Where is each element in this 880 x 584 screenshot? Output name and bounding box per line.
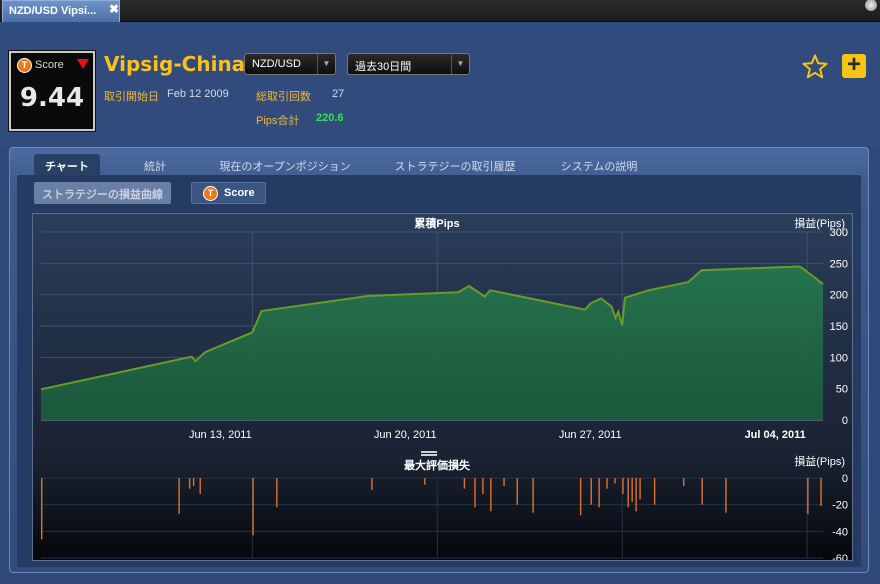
drawdown-bar [590,478,592,505]
trade-count-label: 総取引回数 [256,91,311,103]
y-tick-label: 50 [836,384,848,396]
period-select[interactable]: 過去30日間 ▼ [347,53,470,75]
x-tick-label: Jun 27, 2011 [559,429,622,441]
chevron-down-icon: ▼ [451,54,469,74]
area-chart-y-label: 損益(Pips) [794,216,845,230]
score-label: Score [35,59,64,71]
drawdown-bar [820,478,822,506]
window-tab-title: NZD/USD Vipsi... [9,5,97,17]
drawdown-bar [424,478,426,485]
chart-container: 0 50 100 150 200 250 300 Jun 13, 2011 Jun 20, 20… [32,213,853,565]
score-badge-icon: T [203,186,218,201]
pips-total-label: Pips合計 [256,115,300,127]
equity-curve-button[interactable]: ストラテジーの損益曲線 [34,182,171,204]
tab-trade-history[interactable]: ストラテジーの取引履歴 [391,154,519,175]
x-tick-label: Jun 20, 2011 [374,429,437,441]
drawdown-bar [807,478,809,514]
window-control-icon[interactable] [864,0,878,12]
period-value: 過去30日間 [355,61,412,73]
top-strip [0,22,880,44]
close-icon[interactable]: ✖ [109,2,119,16]
drawdown-bar [482,478,484,494]
drawdown-bar [188,478,191,489]
window-tab[interactable]: NZD/USD Vipsi... ✖ [2,0,120,22]
drawdown-chart-y-label: 損益(Pips) [794,454,845,468]
strategy-header: T Score 9.44 Vipsig-China NZD/USD ▼ 過去30… [0,44,880,148]
currency-pair-select[interactable]: NZD/USD ▼ [244,53,336,75]
y-tick-label: -60 [832,553,848,560]
drawdown-bar [606,478,608,489]
drawdown-bar [653,478,656,505]
tab-stats[interactable]: 統計 [130,154,180,175]
score-card: T Score 9.44 [9,51,95,131]
app-window: NZD/USD Vipsi... ✖ T Score 9.44 Vipsig-C… [0,0,880,584]
drawdown-bar [199,478,201,494]
y-tick-label: -40 [832,526,848,538]
chart-content: ストラテジーの損益曲線 T Score 0 50 100 150 200 250… [17,175,861,567]
y-tick-label: 0 [842,415,848,427]
trade-count-value: 27 [332,88,345,100]
score-button-label: Score [224,187,255,199]
x-tick-label: Jun 13, 2011 [189,429,252,441]
y-tick-label: 250 [830,258,848,270]
splitter-handle-icon[interactable] [421,451,437,453]
drawdown-bar [631,478,633,502]
chevron-down-icon: ▼ [317,54,335,74]
drawdown-bar [276,478,278,508]
drawdown-bar [178,478,180,514]
currency-pair-value: NZD/USD [252,58,301,70]
tab-chart[interactable]: チャート [34,154,100,175]
drawdown-bar [635,478,637,512]
y-tick-label: 100 [830,352,848,364]
area-chart-title: 累積Pips [414,216,459,230]
drawdown-chart-title: 最大評価損失 [404,458,471,472]
drawdown-bar [725,478,727,513]
drawdown-bar [516,478,518,505]
drawdown-bar [622,478,624,494]
tab-bar: チャート 統計 現在のオープンポジション ストラテジーの取引履歴 システムの説明 [10,148,868,176]
pips-total-value: 220.6 [316,112,344,124]
drawdown-bar [627,478,629,508]
drawdown-bar [579,478,582,516]
score-badge-icon: T [17,58,32,73]
chart-svg: 050100150200250300Jun 13, 2011 Jun 20, 20… [33,214,852,565]
window-tab-bar: NZD/USD Vipsi... ✖ [0,0,880,22]
score-down-arrow-icon [77,59,89,69]
score-value: 9.44 [19,83,85,113]
tab-system-description[interactable]: システムの説明 [555,154,643,175]
drawdown-bar [463,478,466,489]
drawdown-bar [639,478,641,500]
y-tick-label: -20 [832,500,848,512]
drawdown-bar [252,478,254,536]
start-date-label: 取引開始日 [104,91,159,103]
y-tick-label: 200 [830,290,848,302]
add-plus-icon[interactable]: + [842,53,866,78]
drawdown-bar [682,478,685,486]
drawdown-bar [532,478,534,513]
strategy-name: Vipsig-China [104,52,246,76]
y-tick-label: 0 [842,473,848,485]
main-panel: チャート 統計 現在のオープンポジション ストラテジーの取引履歴 システムの説明… [9,147,869,573]
drawdown-bar [490,478,492,512]
drawdown-bar [701,478,703,505]
drawdown-bar [192,478,195,486]
drawdown-bar [598,478,600,508]
score-button[interactable]: T Score [191,182,266,204]
y-tick-label: 150 [830,321,848,333]
star-icon[interactable] [802,54,828,80]
x-tick-label: Jul 04, 2011 [745,429,806,441]
drawdown-bar [41,478,43,540]
tab-open-positions[interactable]: 現在のオープンポジション [215,154,355,175]
drawdown-bar [474,478,476,508]
drawdown-bar [503,478,505,486]
start-date-value: Feb 12 2009 [167,88,229,100]
drawdown-bar [614,478,616,484]
drawdown-bar [371,478,373,490]
splitter-handle-icon[interactable] [421,454,437,456]
